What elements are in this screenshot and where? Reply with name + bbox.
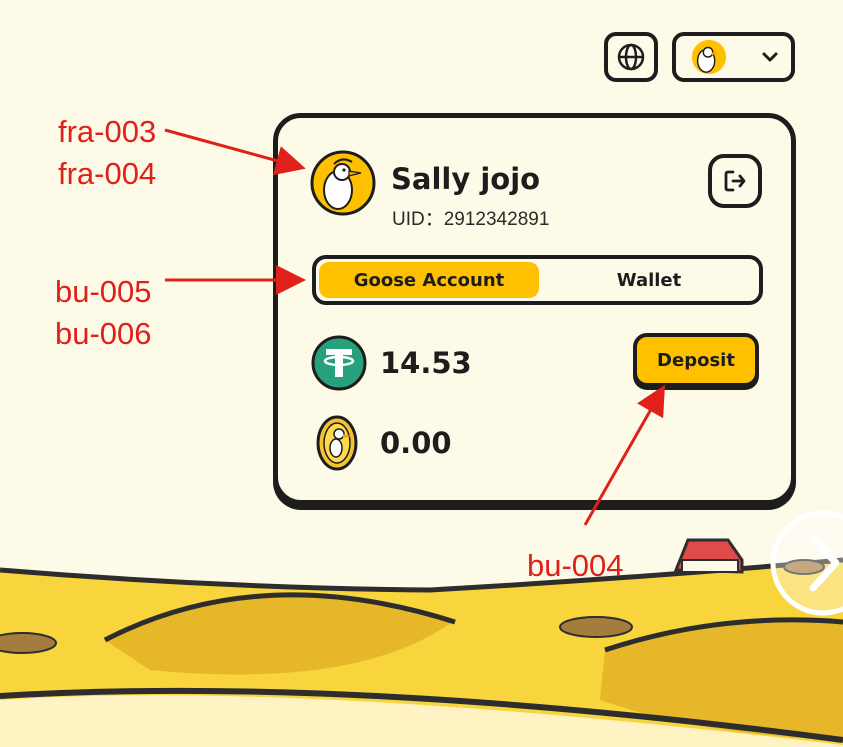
annotation-deposit: bu-004 <box>527 548 624 583</box>
annotation-tabs-line2: bu-006 <box>55 316 152 351</box>
annotation-avatar-line1: fra-003 <box>58 114 157 149</box>
annotation-tabs-line1: bu-005 <box>55 274 152 309</box>
annotation-arrows <box>164 128 665 526</box>
annotation-avatar-line2: fra-004 <box>58 156 157 191</box>
